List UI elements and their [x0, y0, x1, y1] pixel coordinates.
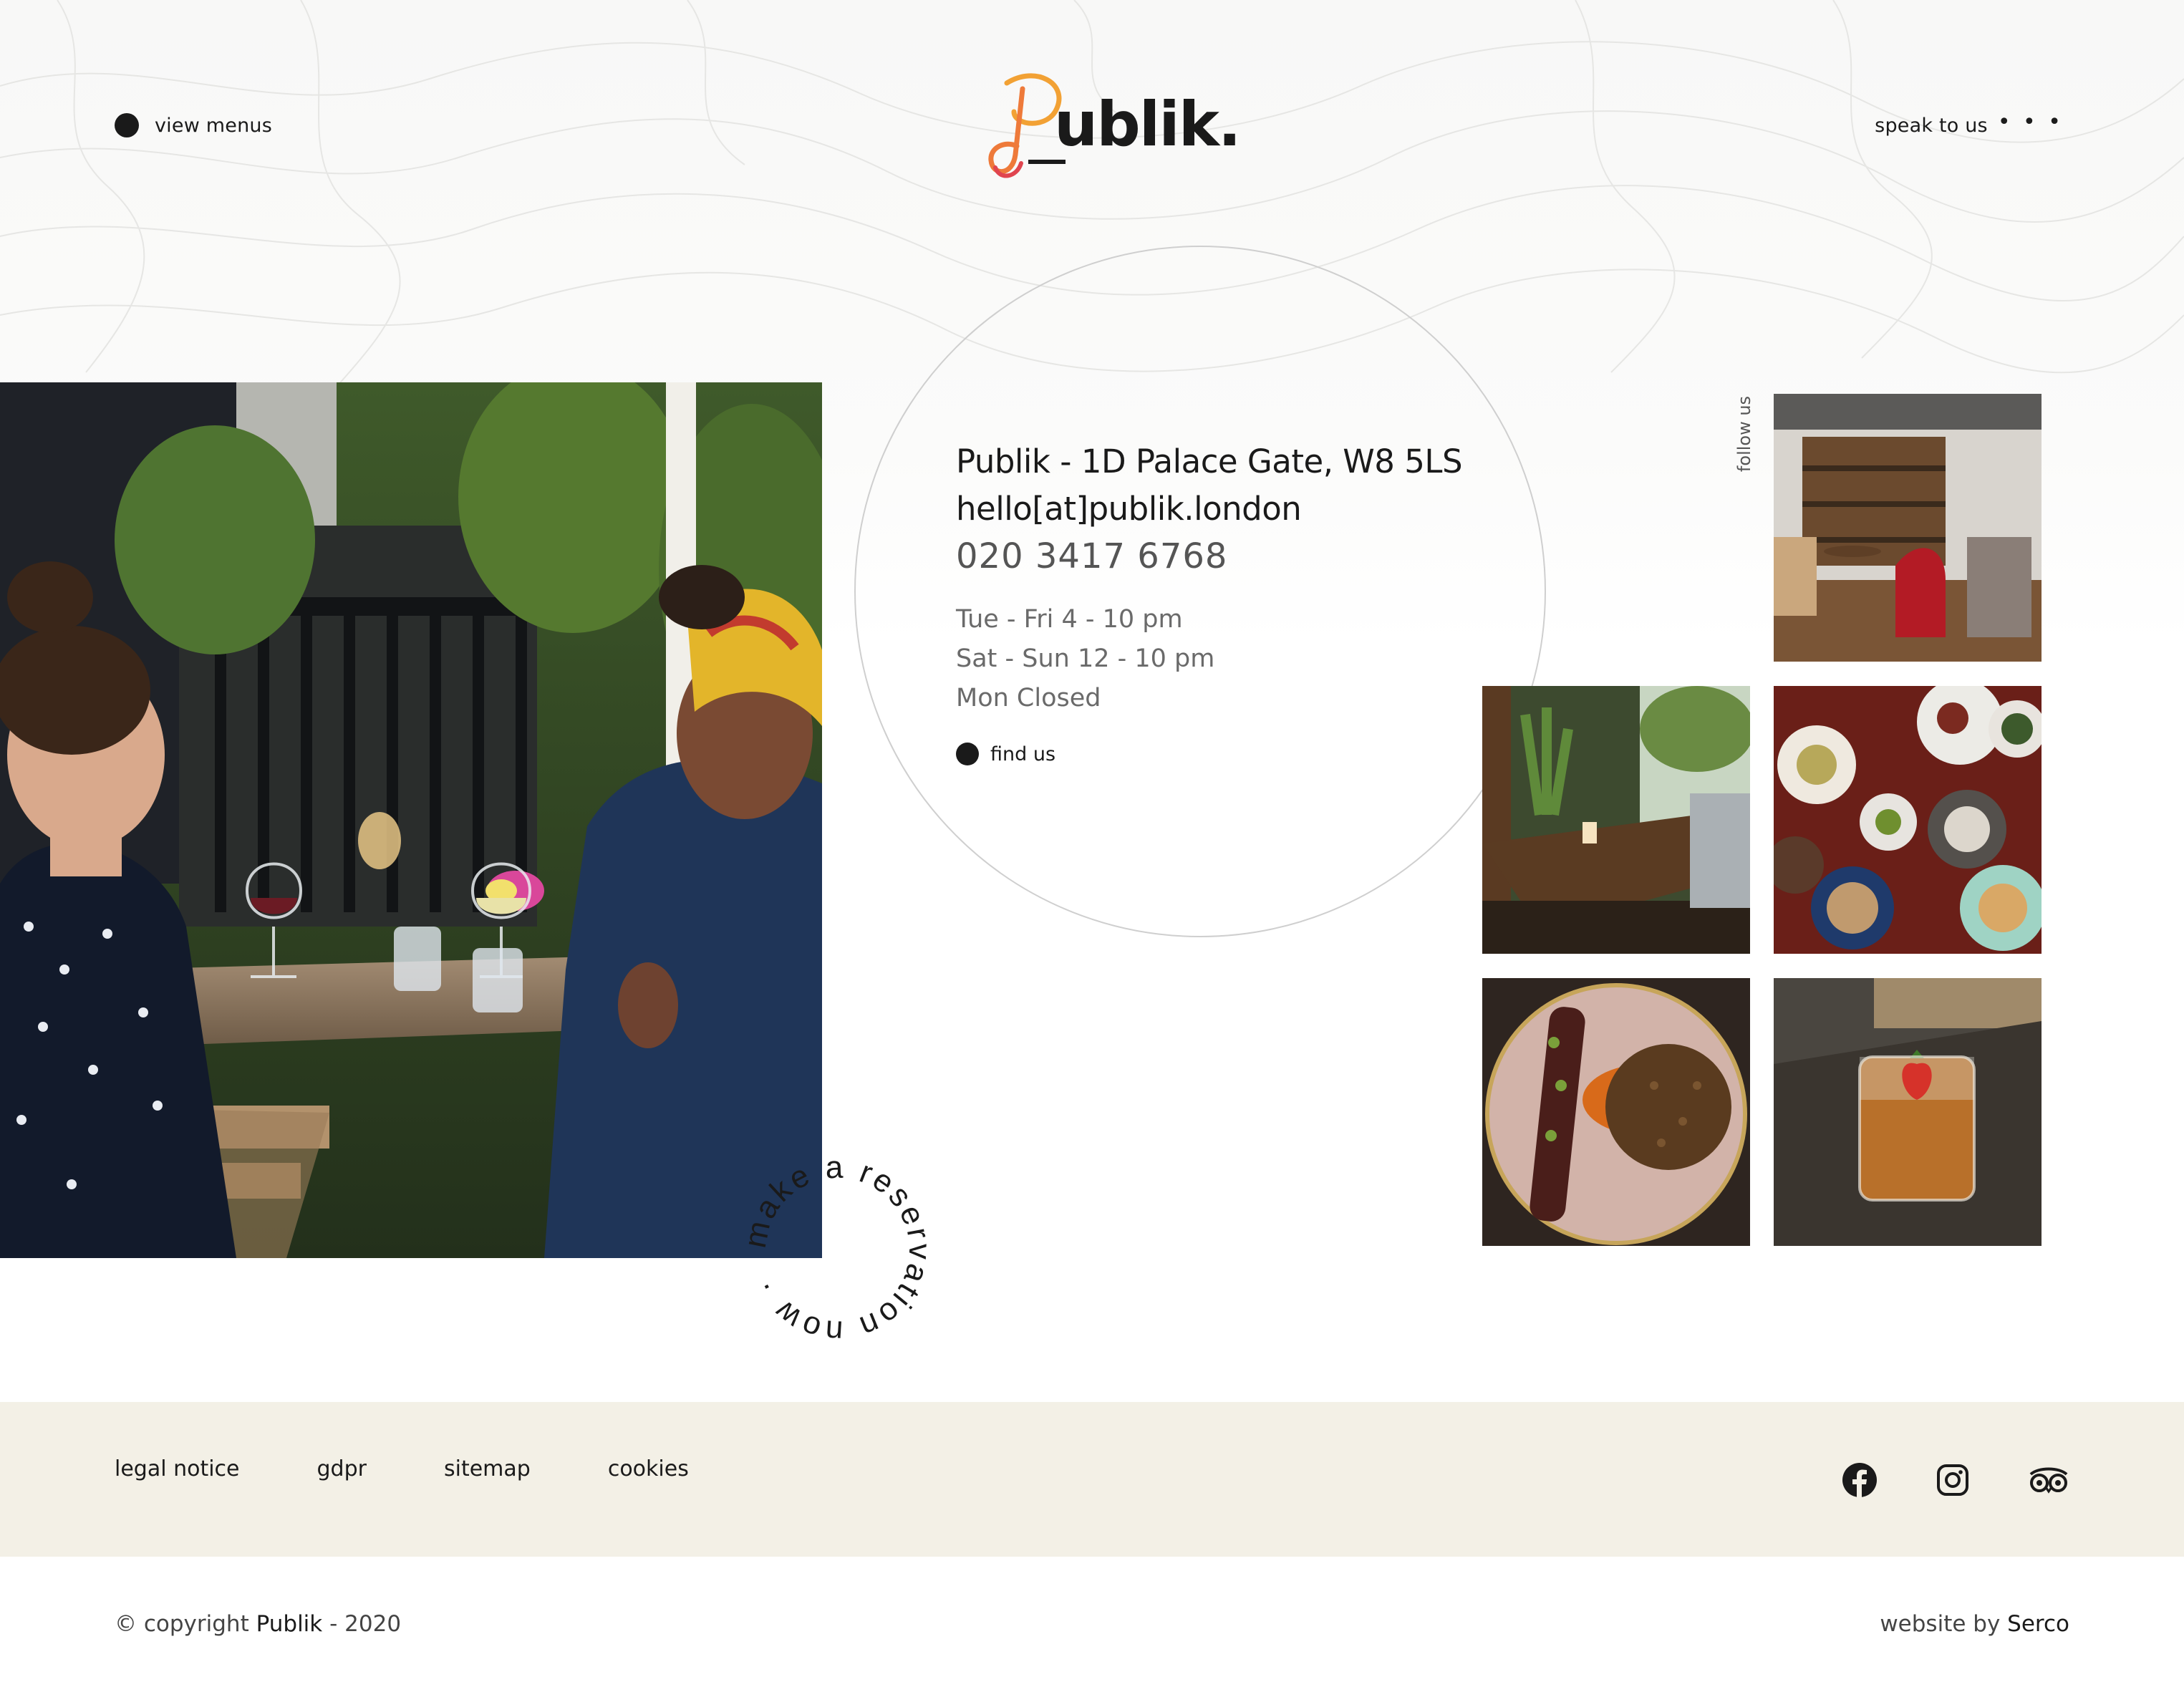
steak-lentils-photo — [1482, 978, 1750, 1246]
speak-to-us-label: speak to us — [1875, 115, 1988, 137]
follow-us-text: follow us — [1734, 395, 1754, 473]
website-by-prefix: website by — [1880, 1611, 2001, 1637]
instagram-tile-cocktail[interactable] — [1774, 978, 2042, 1246]
sitemap-link[interactable]: sitemap — [444, 1456, 531, 1481]
svg-text:make a reservation now ·: make a reservation now · — [738, 1150, 938, 1350]
copyright-prefix: © copyright — [115, 1611, 249, 1637]
footer-links: legal notice gdpr sitemap cookies — [115, 1456, 689, 1481]
find-us-link[interactable]: find us — [956, 743, 1529, 765]
hero-photo-diners — [0, 382, 822, 1258]
bullet-dot-icon — [956, 743, 979, 765]
follow-us-label: follow us — [1730, 394, 1759, 473]
tripadvisor-icon[interactable] — [2028, 1466, 2069, 1497]
contact-info: Publik - 1D Palace Gate, W8 5LS hello[at… — [956, 438, 1529, 765]
copyright-year: - 2020 — [329, 1611, 402, 1637]
view-menus-label: view menus — [155, 114, 272, 137]
speak-to-us-link[interactable]: speak to us • • • — [1875, 109, 2064, 137]
logo-wordmark: ublik. — [1054, 89, 1242, 160]
restaurant-interior-photo — [1774, 394, 2042, 662]
reservation-ring-text: make a reservation now · — [738, 1150, 935, 1350]
copyright-text: © copyright Publik - 2020 — [115, 1611, 401, 1637]
publik-logo[interactable]: ublik. — [985, 69, 1242, 183]
email-link[interactable]: hello[at]publik.london — [956, 485, 1529, 533]
hours-line: Mon Closed — [956, 684, 1101, 712]
gdpr-link[interactable]: gdpr — [317, 1456, 367, 1481]
facebook-icon[interactable] — [1842, 1462, 1878, 1501]
footer-bar: legal notice gdpr sitemap cookies — [0, 1402, 2184, 1557]
cocktail-photo — [1774, 978, 2042, 1246]
terrace-bar-photo — [1482, 686, 1750, 954]
instagram-icon[interactable] — [1936, 1464, 1969, 1499]
find-us-label: find us — [990, 743, 1056, 765]
instagram-tile-terrace[interactable] — [1482, 686, 1750, 954]
table-dishes-photo — [1774, 686, 2042, 954]
hours-line: Tue - Fri 4 - 10 pm — [956, 605, 1183, 634]
opening-hours: Tue - Fri 4 - 10 pm Sat - Sun 12 - 10 pm… — [956, 600, 1529, 718]
instagram-tile-steak[interactable] — [1482, 978, 1750, 1246]
view-menus-link[interactable]: view menus — [115, 113, 272, 137]
phone-link[interactable]: 020 3417 6768 — [956, 533, 1529, 580]
cookies-link[interactable]: cookies — [608, 1456, 689, 1481]
more-dots-icon: • • • — [1997, 109, 2064, 135]
copyright-bar: © copyright Publik - 2020 website by Ser… — [0, 1557, 2184, 1697]
legal-notice-link[interactable]: legal notice — [115, 1456, 240, 1481]
agency-link[interactable]: Serco — [2007, 1611, 2069, 1637]
make-reservation-button[interactable]: make a reservation now · — [730, 1142, 945, 1357]
hours-line: Sat - Sun 12 - 10 pm — [956, 644, 1215, 673]
address-text: Publik - 1D Palace Gate, W8 5LS — [956, 443, 1463, 480]
bullet-dot-icon — [115, 113, 139, 137]
instagram-tile-interior[interactable] — [1774, 394, 2042, 662]
copyright-brand: Publik — [256, 1611, 323, 1637]
instagram-tile-dishes[interactable] — [1774, 686, 2042, 954]
social-links — [1842, 1462, 2069, 1501]
website-credit: website by Serco — [1880, 1611, 2069, 1637]
